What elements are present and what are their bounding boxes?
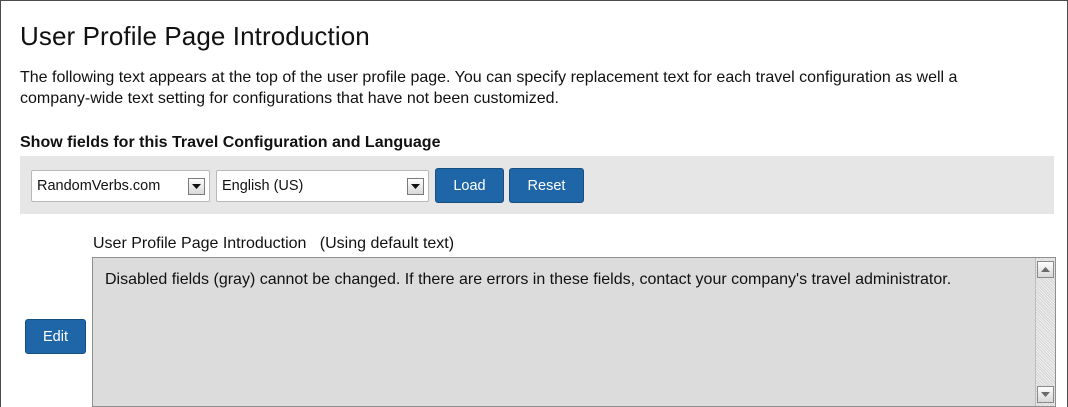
chevron-down-icon[interactable]	[407, 177, 424, 195]
travel-config-value: RandomVerbs.com	[37, 178, 161, 194]
language-value: English (US)	[222, 178, 304, 194]
intro-textarea-text: Disabled fields (gray) cannot be changed…	[105, 271, 952, 288]
section-label: Show fields for this Travel Configuratio…	[20, 134, 441, 151]
intro-textarea[interactable]: Disabled fields (gray) cannot be changed…	[92, 257, 1056, 407]
arrow-down-icon[interactable]	[1037, 386, 1054, 403]
language-select[interactable]: English (US)	[216, 170, 429, 202]
reset-button[interactable]: Reset	[509, 168, 584, 203]
edit-button[interactable]: Edit	[25, 319, 86, 354]
intro-text: The following text appears at the top of…	[20, 69, 958, 107]
settings-panel: User Profile Page Introduction The follo…	[0, 0, 1068, 407]
page-title: User Profile Page Introduction	[20, 21, 370, 51]
chevron-down-icon[interactable]	[188, 177, 205, 195]
config-bar: RandomVerbs.com English (US) Load Reset	[20, 156, 1054, 214]
load-button[interactable]: Load	[435, 168, 504, 203]
arrow-up-icon[interactable]	[1037, 261, 1054, 278]
field-label: User Profile Page Introduction (Using de…	[93, 235, 455, 252]
travel-config-select[interactable]: RandomVerbs.com	[31, 170, 210, 202]
vertical-scrollbar[interactable]	[1035, 258, 1055, 406]
